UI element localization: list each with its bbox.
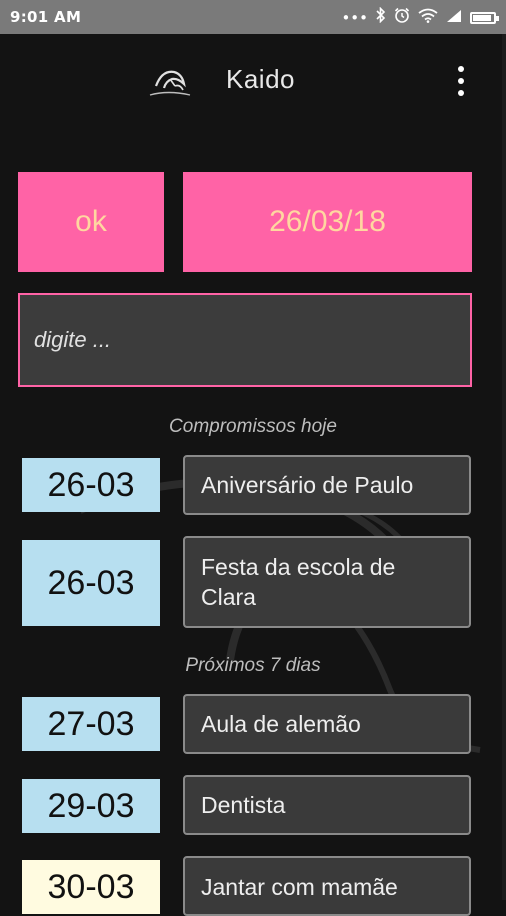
ok-button[interactable]: ok	[18, 172, 164, 272]
wifi-icon	[418, 8, 438, 28]
appointment-item[interactable]: Aniversário de Paulo	[183, 455, 471, 515]
date-badge[interactable]: 26-03	[22, 458, 160, 512]
date-badge[interactable]: 27-03	[22, 697, 160, 751]
appointment-input-container	[18, 293, 472, 387]
date-badge[interactable]: 26-03	[22, 540, 160, 626]
menu-dot	[458, 90, 464, 96]
alarm-icon	[394, 7, 410, 28]
status-icons: •••	[341, 6, 499, 28]
next-days-heading: Próximos 7 dias	[185, 655, 321, 676]
overflow-menu-icon[interactable]	[450, 66, 472, 96]
appointment-item[interactable]: Festa da escola de Clara	[183, 536, 471, 628]
appointment-item[interactable]: Dentista	[183, 775, 471, 835]
signal-icon	[446, 8, 462, 28]
dragon-logo-icon	[149, 70, 191, 96]
today-heading: Compromissos hoje	[169, 416, 337, 437]
more-dots-icon: •••	[341, 8, 368, 27]
date-badge[interactable]: 29-03	[22, 779, 160, 833]
battery-icon	[470, 11, 499, 24]
app-bar: Kaido	[0, 34, 506, 124]
date-picker-button[interactable]: 26/03/18	[183, 172, 472, 272]
app-title: Kaido	[226, 64, 295, 94]
battery-level	[473, 14, 491, 21]
appointment-input[interactable]	[20, 295, 470, 385]
date-badge[interactable]: 30-03	[22, 860, 160, 914]
appointment-item[interactable]: Jantar com mamãe	[183, 856, 471, 916]
bluetooth-icon	[376, 6, 386, 28]
scroll-edge	[502, 34, 506, 900]
menu-dot	[458, 78, 464, 84]
status-bar: 9:01 AM •••	[0, 0, 506, 34]
menu-dot	[458, 66, 464, 72]
appointment-item[interactable]: Aula de alemão	[183, 694, 471, 754]
status-time: 9:01 AM	[10, 8, 82, 26]
